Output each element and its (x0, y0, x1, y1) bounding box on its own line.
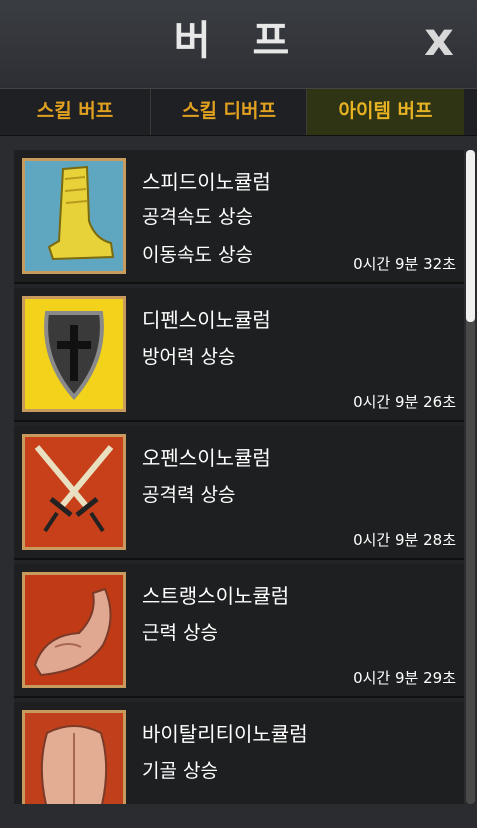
buff-effect: 방어력 상승 (142, 346, 236, 368)
scrollbar-thumb[interactable] (466, 150, 475, 322)
scrollbar[interactable] (466, 150, 475, 804)
buff-name: 디펜스이노큘럼 (142, 308, 271, 332)
buff-timer: 0시간 9분 29초 (353, 669, 456, 687)
tab-bar: 스킬 버프 스킬 디버프 아이템 버프 (0, 88, 477, 136)
boot-icon (22, 158, 126, 274)
buff-name: 바이탈리티이노큘럼 (142, 722, 308, 746)
close-button[interactable]: x (419, 14, 459, 64)
buff-name: 오펜스이노큘럼 (142, 446, 271, 470)
window-title: 버 프 (173, 18, 304, 64)
buff-name: 스트랭스이노큘럼 (142, 584, 290, 608)
buff-list: 스피드이노큘럼 공격속도 상승 이동속도 상승 0시간 9분 32초 디펜스이노… (14, 150, 464, 804)
buff-effect: 공격속도 상승 (142, 206, 253, 228)
muscle-arm-icon (22, 572, 126, 688)
buff-timer: 0시간 9분 28초 (353, 531, 456, 549)
tab-skill-debuff[interactable]: 스킬 디버프 (150, 89, 307, 135)
buff-item-vitality[interactable]: 바이탈리티이노큘럼 기골 상승 (14, 702, 464, 804)
buff-item-speed[interactable]: 스피드이노큘럼 공격속도 상승 이동속도 상승 0시간 9분 32초 (14, 150, 464, 284)
swords-icon (22, 434, 126, 550)
buff-timer: 0시간 9분 26초 (353, 393, 456, 411)
buff-name: 스피드이노큘럼 (142, 170, 271, 194)
window-header: 버 프 x (0, 0, 477, 88)
buff-item-strength[interactable]: 스트랭스이노큘럼 근력 상승 0시간 9분 29초 (14, 564, 464, 698)
buff-item-defense[interactable]: 디펜스이노큘럼 방어력 상승 0시간 9분 26초 (14, 288, 464, 422)
buff-effect: 기골 상승 (142, 760, 218, 782)
buff-effect: 근력 상승 (142, 622, 218, 644)
buff-effect: 공격력 상승 (142, 484, 236, 506)
shield-icon (22, 296, 126, 412)
buff-timer: 0시간 9분 32초 (353, 255, 456, 273)
buff-effect: 이동속도 상승 (142, 244, 253, 266)
tab-skill-buff[interactable]: 스킬 버프 (0, 89, 150, 135)
buff-item-offense[interactable]: 오펜스이노큘럼 공격력 상승 0시간 9분 28초 (14, 426, 464, 560)
back-icon (22, 710, 126, 804)
tab-item-buff[interactable]: 아이템 버프 (306, 89, 464, 135)
